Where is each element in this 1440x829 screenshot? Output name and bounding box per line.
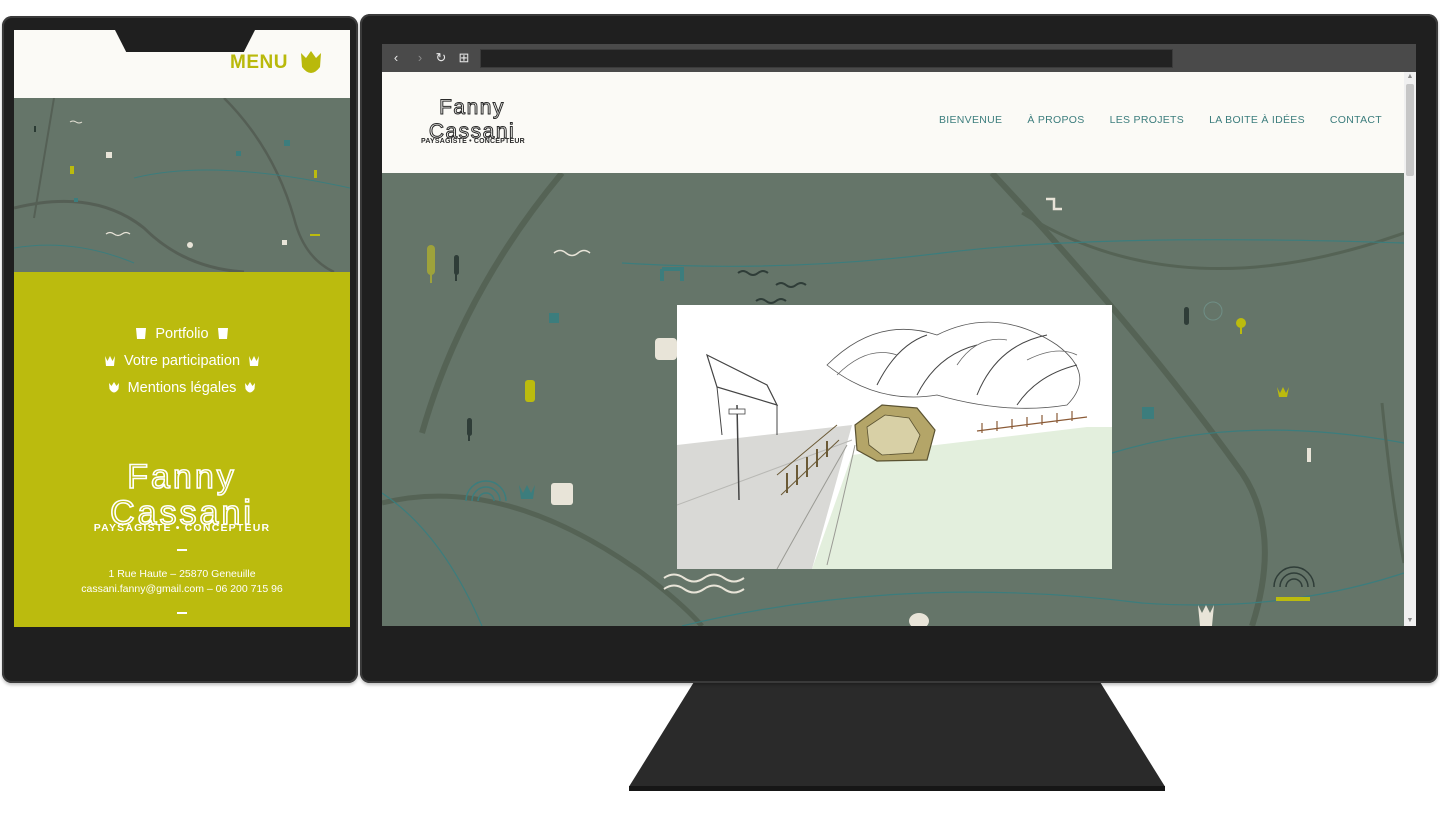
brand-line1: Fanny [439,96,505,119]
monitor-stand-foot [629,786,1165,791]
mobile-address: 1 Rue Haute – 25870 Geneuille [108,568,256,580]
page-scrollbar[interactable]: ▲ ▼ [1404,72,1416,626]
nav-boite-a-idees[interactable]: LA BOITE À IDÉES [1209,114,1305,126]
mobile-map-illustration [14,98,350,272]
project-sketch-image [676,305,1112,570]
brand-line1: Fanny [127,458,237,496]
nav-label: Portfolio [155,325,209,342]
browser-toolbar: ‹ › ↻ ⊞ [382,44,1416,72]
tulip-icon [108,382,119,393]
mobile-nav-mentions[interactable]: Mentions légales [14,374,350,401]
phone-device: MENU Portfolio Votre participation Menti… [2,16,358,683]
pot-icon [136,328,147,339]
forward-button[interactable]: › [412,50,428,66]
nav-contact[interactable]: CONTACT [1330,114,1382,126]
crown-icon [249,356,260,366]
site-nav: BIENVENUE À PROPOS LES PROJETS LA BOITE … [939,114,1382,126]
address-bar[interactable] [480,49,1173,68]
nav-a-propos[interactable]: À PROPOS [1027,114,1084,126]
hero-map-background [382,173,1404,626]
nav-bienvenue[interactable]: BIENVENUE [939,114,1002,126]
scroll-down-icon[interactable]: ▼ [1404,616,1416,626]
phone-screen: MENU Portfolio Votre participation Menti… [14,30,350,627]
apps-button[interactable]: ⊞ [456,50,472,66]
tulip-icon[interactable] [299,49,323,77]
scroll-up-icon[interactable]: ▲ [1404,72,1416,82]
mobile-tagline: PAYSAGISTE • CONCEPTEUR [93,522,271,534]
site-tagline: PAYSAGISTE • CONCEPTEUR [421,138,525,145]
mobile-nav-portfolio[interactable]: Portfolio [14,320,350,347]
mobile-menu-button[interactable]: MENU [230,52,288,74]
mobile-contact[interactable]: cassani.fanny@gmail.com – 06 200 715 96 [14,583,350,595]
mobile-nav-participation[interactable]: Votre participation [14,347,350,374]
crown-icon [104,356,115,366]
site-header: Fanny Cassani PAYSAGISTE • CONCEPTEUR BI… [382,72,1404,173]
nav-les-projets[interactable]: LES PROJETS [1110,114,1185,126]
nav-label: Mentions légales [127,379,237,396]
divider [177,549,187,551]
divider [177,612,187,614]
pot-icon [217,328,228,339]
browser-window: ‹ › ↻ ⊞ Fanny Cassani PAYSAGISTE • CONCE… [382,44,1416,626]
mobile-footer-panel: Portfolio Votre participation Mentions l… [14,272,350,627]
nav-label: Votre participation [123,352,241,369]
scroll-thumb[interactable] [1406,84,1414,176]
phone-notch [115,30,255,52]
mobile-nav: Portfolio Votre participation Mentions l… [14,320,350,401]
monitor-stand-base [629,683,1165,787]
back-button[interactable]: ‹ [388,50,404,66]
tulip-icon [245,382,256,393]
reload-button[interactable]: ↻ [433,50,449,66]
